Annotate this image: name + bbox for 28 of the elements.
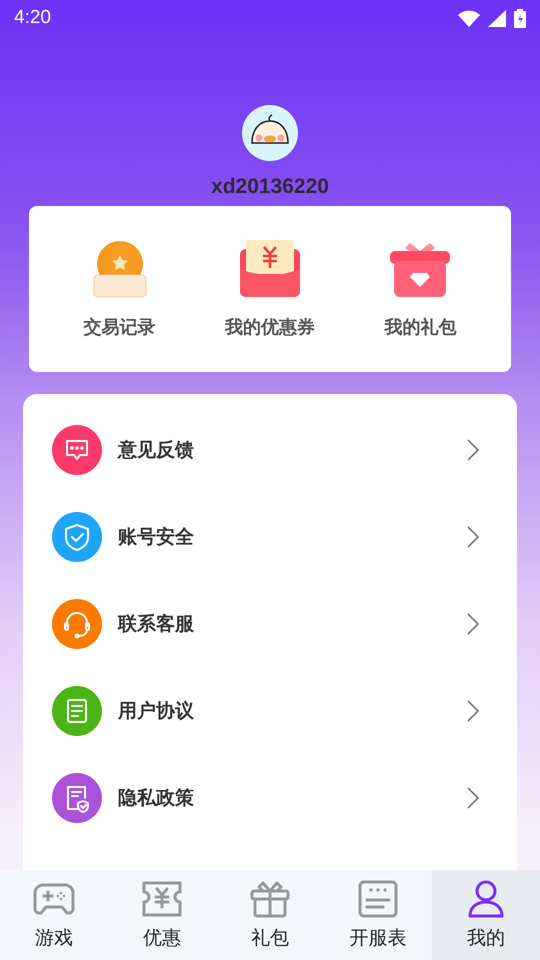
tab[interactable]: 礼包 xyxy=(216,870,324,960)
schedule-board-icon xyxy=(357,879,399,919)
chevron-right-icon xyxy=(467,700,479,722)
quick-action-button[interactable]: 交易记录 xyxy=(84,239,156,339)
signal-icon xyxy=(488,10,506,26)
status-time: 4:20 xyxy=(14,7,51,29)
chevron-right-icon xyxy=(467,526,479,548)
username: xd20136220 xyxy=(211,175,329,199)
quick-action-button[interactable]: 我的礼包 xyxy=(384,239,456,339)
tab[interactable]: 优惠 xyxy=(108,870,216,960)
tab[interactable]: 开服表 xyxy=(324,870,432,960)
wifi-icon xyxy=(458,10,480,26)
chevron-right-icon xyxy=(467,786,479,808)
tab[interactable]: 我的 xyxy=(432,870,540,960)
battery-icon xyxy=(514,8,526,28)
menu-item[interactable]: 联系客服 xyxy=(23,580,517,667)
chevron-right-icon xyxy=(467,438,479,460)
yen-ticket-icon xyxy=(141,879,183,919)
menu-item[interactable]: 用户协议 xyxy=(23,667,517,754)
quick-action-button[interactable]: 我的优惠券 xyxy=(224,239,315,339)
menu-item[interactable]: 意见反馈 xyxy=(23,406,517,493)
envelope-icon xyxy=(238,239,302,299)
menu-item[interactable]: 隐私政策 xyxy=(23,754,517,841)
chevron-right-icon xyxy=(467,612,479,634)
menu-item[interactable]: 账号安全 xyxy=(23,493,517,580)
gift-icon xyxy=(249,879,291,919)
avatar[interactable] xyxy=(242,105,298,161)
tab[interactable]: 游戏 xyxy=(0,870,108,960)
